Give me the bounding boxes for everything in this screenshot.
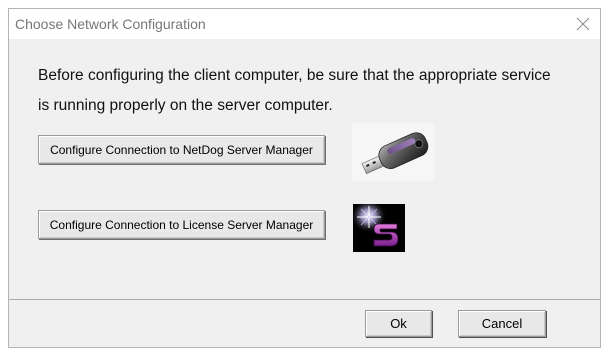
instruction-text: Before configuring the client computer, …: [38, 61, 583, 121]
network-config-dialog: Choose Network Configuration Before conf…: [8, 8, 601, 348]
title-bar: Choose Network Configuration: [9, 9, 600, 39]
cancel-button[interactable]: Cancel: [458, 310, 546, 337]
close-button[interactable]: [568, 9, 598, 39]
instruction-line-2: is running properly on the server comput…: [38, 97, 333, 114]
configure-license-button[interactable]: Configure Connection to License Server M…: [38, 210, 325, 239]
configure-netdog-button[interactable]: Configure Connection to NetDog Server Ma…: [38, 135, 325, 164]
dialog-title: Choose Network Configuration: [15, 16, 206, 32]
dialog-footer: Ok Cancel: [9, 299, 600, 347]
usb-dongle-icon: [352, 123, 434, 181]
ok-button[interactable]: Ok: [365, 310, 432, 337]
close-icon: [576, 17, 590, 31]
instruction-line-1: Before configuring the client computer, …: [38, 67, 551, 84]
license-server-icon: [353, 204, 405, 252]
